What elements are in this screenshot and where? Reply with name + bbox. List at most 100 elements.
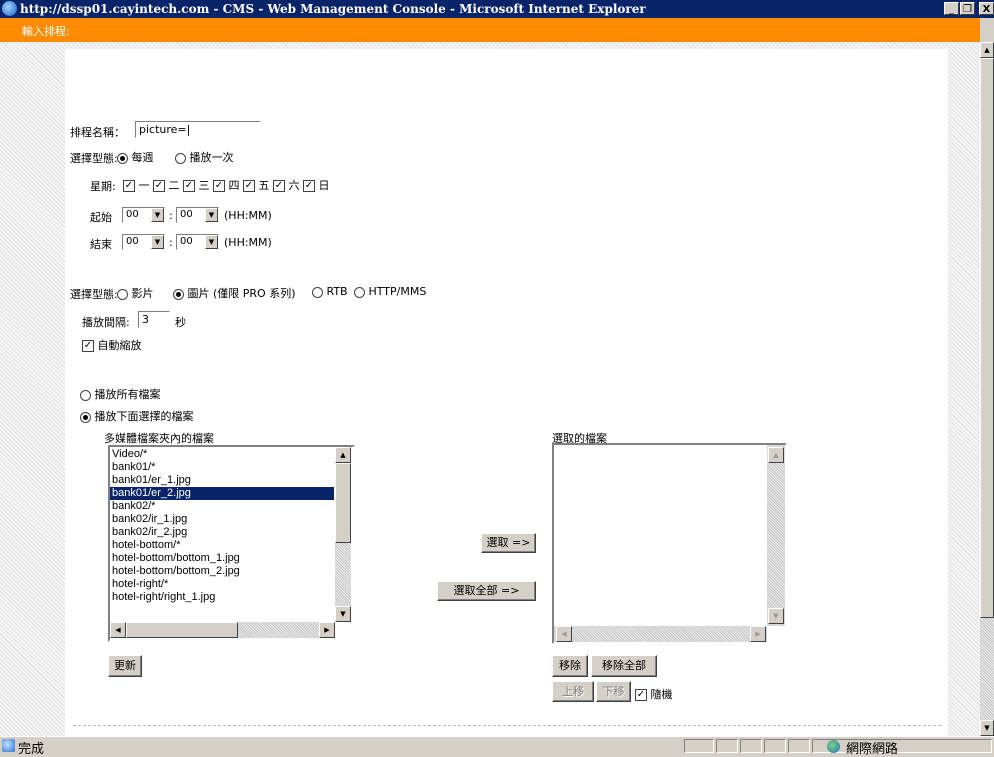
select-all-button[interactable]: 選取全部 => <box>437 581 536 601</box>
source-vscroll-thumb[interactable] <box>335 463 351 543</box>
interval-input[interactable]: 3 <box>138 311 170 328</box>
source-scroll-right-button[interactable]: ▶ <box>319 622 335 638</box>
window-scroll-up-button[interactable]: ▲ <box>980 42 994 58</box>
list-item[interactable]: hotel-bottom/bottom_2.jpg <box>110 565 334 578</box>
start-minute-value: 00 <box>180 209 193 220</box>
select-button[interactable]: 選取 => <box>481 533 536 553</box>
weekday-2-checkbox[interactable]: ✓ <box>153 180 165 192</box>
type-weekly-option[interactable]: 每週 <box>117 149 154 165</box>
remove-button[interactable]: 移除 <box>552 655 588 677</box>
media-rtb-radio[interactable] <box>312 286 323 298</box>
selected-scroll-up-button[interactable]: ▲ <box>768 447 784 463</box>
source-scroll-up-button[interactable]: ▲ <box>335 447 351 463</box>
weekday-1-checkbox[interactable]: ✓ <box>123 180 135 192</box>
list-item[interactable]: bank01/er_1.jpg <box>110 474 334 487</box>
start-time-label: 起始 <box>90 211 112 224</box>
auto-zoom-option[interactable]: ✓ 自動縮放 <box>82 337 142 353</box>
weekday-3-checkbox[interactable]: ✓ <box>183 180 195 192</box>
restore-button[interactable]: ❐ <box>960 2 975 15</box>
interval-label: 播放間隔: <box>82 316 130 329</box>
end-time-format: (HH:MM) <box>224 236 272 249</box>
chevron-down-icon[interactable]: ▼ <box>205 235 218 249</box>
list-item[interactable]: bank01/* <box>110 461 334 474</box>
selected-vscroll-track[interactable] <box>767 445 785 626</box>
auto-zoom-checkbox[interactable]: ✓ <box>82 340 94 352</box>
status-text: 完成 <box>18 742 45 757</box>
end-hour-value: 00 <box>126 236 139 247</box>
remove-all-button[interactable]: 移除全部 <box>591 655 657 677</box>
play-all-radio[interactable] <box>80 389 91 401</box>
start-hour-value: 00 <box>126 209 139 220</box>
source-hscroll-thumb[interactable] <box>126 622 238 638</box>
window-title-bar[interactable]: http://dssp01.cayintech.com - CMS - Web … <box>0 0 994 18</box>
list-item[interactable]: hotel-bottom/bottom_1.jpg <box>110 552 334 565</box>
list-item[interactable]: bank02/* <box>110 500 334 513</box>
random-option[interactable]: ✓ 隨機 <box>635 686 673 702</box>
schedule-name-input[interactable]: picture=| <box>135 121 261 138</box>
divider <box>73 725 941 726</box>
close-button[interactable]: X <box>979 2 994 15</box>
random-checkbox[interactable]: ✓ <box>635 689 647 701</box>
refresh-button[interactable]: 更新 <box>108 655 142 677</box>
chevron-down-icon[interactable]: ▼ <box>151 235 164 249</box>
type-once-radio[interactable] <box>175 152 186 164</box>
window-scroll-thumb[interactable] <box>980 58 994 618</box>
chevron-down-icon[interactable]: ▼ <box>151 208 164 222</box>
interval-unit: 秒 <box>175 316 186 329</box>
source-scroll-left-button[interactable]: ◀ <box>110 622 126 638</box>
media-video-option[interactable]: 影片 <box>117 285 154 301</box>
play-selected-option[interactable]: 播放下面選擇的檔案 <box>80 408 194 424</box>
selected-scroll-right-button[interactable]: ▶ <box>750 626 766 642</box>
type-weekly-label: 每週 <box>131 151 154 164</box>
schedule-type-label: 選擇型態: <box>70 152 118 165</box>
media-http-option[interactable]: HTTP/MMS <box>354 285 426 298</box>
play-all-option[interactable]: 播放所有檔案 <box>80 386 161 402</box>
chevron-down-icon[interactable]: ▼ <box>205 208 218 222</box>
media-video-radio[interactable] <box>117 288 128 300</box>
end-hour-select[interactable]: 00 ▼ <box>122 234 165 250</box>
page-header-bar: 輸入排程: <box>0 18 980 42</box>
list-item-selected[interactable]: bank01/er_2.jpg <box>110 487 334 500</box>
media-type-label: 選擇型態: <box>70 288 118 301</box>
status-bar: 完成 網際網路 <box>0 736 994 757</box>
end-minute-select[interactable]: 00 ▼ <box>176 234 219 250</box>
type-once-option[interactable]: 播放一次 <box>175 149 234 165</box>
media-picture-option[interactable]: 圖片 (僅限 PRO 系列) <box>173 285 296 301</box>
move-down-button[interactable]: 下移 <box>596 681 631 702</box>
type-weekly-radio[interactable] <box>117 152 128 164</box>
start-minute-select[interactable]: 00 ▼ <box>176 207 219 223</box>
weekday-4-checkbox[interactable]: ✓ <box>213 180 225 192</box>
list-item[interactable]: bank02/ir_1.jpg <box>110 513 334 526</box>
weekday-7-checkbox[interactable]: ✓ <box>303 180 315 192</box>
list-item[interactable]: hotel-right/right_1.jpg <box>110 591 334 604</box>
end-minute-value: 00 <box>180 236 193 247</box>
source-file-listbox[interactable]: Video/* bank01/* bank01/er_1.jpg bank01/… <box>108 445 355 642</box>
list-item[interactable]: bank02/ir_2.jpg <box>110 526 334 539</box>
selected-scroll-down-button[interactable]: ▼ <box>768 608 784 624</box>
media-picture-radio[interactable] <box>173 288 184 300</box>
play-selected-radio[interactable] <box>80 411 91 423</box>
list-item[interactable]: hotel-right/* <box>110 578 334 591</box>
source-scroll-down-button[interactable]: ▼ <box>335 606 351 622</box>
window-scroll-down-button[interactable]: ▼ <box>980 720 994 736</box>
weekday-6-checkbox[interactable]: ✓ <box>273 180 285 192</box>
random-label: 隨機 <box>650 688 673 701</box>
status-segment <box>764 739 786 753</box>
minimize-button[interactable]: _ <box>944 2 959 15</box>
list-item[interactable]: Video/* <box>110 448 334 461</box>
auto-zoom-label: 自動縮放 <box>97 339 142 352</box>
weekday-2-label: 二 <box>168 179 180 192</box>
schedule-form-panel: 排程名稱： picture=| 選擇型態: 每週 播放一次 星期: ✓ 一 ✓ … <box>65 49 948 736</box>
media-http-radio[interactable] <box>354 286 365 298</box>
list-item[interactable]: hotel-bottom/* <box>110 539 334 552</box>
media-rtb-option[interactable]: RTB <box>312 285 348 298</box>
weekday-5-checkbox[interactable]: ✓ <box>243 180 255 192</box>
start-hour-select[interactable]: 00 ▼ <box>122 207 165 223</box>
media-rtb-label: RTB <box>326 285 348 298</box>
selected-hscroll-track[interactable] <box>554 626 767 642</box>
type-once-label: 播放一次 <box>189 151 234 164</box>
weekday-4-label: 四 <box>228 179 240 192</box>
selected-scroll-left-button[interactable]: ◀ <box>556 626 572 642</box>
selected-file-listbox[interactable]: ▲ ▼ ◀ ▶ <box>552 443 787 644</box>
move-up-button[interactable]: 上移 <box>552 681 594 702</box>
